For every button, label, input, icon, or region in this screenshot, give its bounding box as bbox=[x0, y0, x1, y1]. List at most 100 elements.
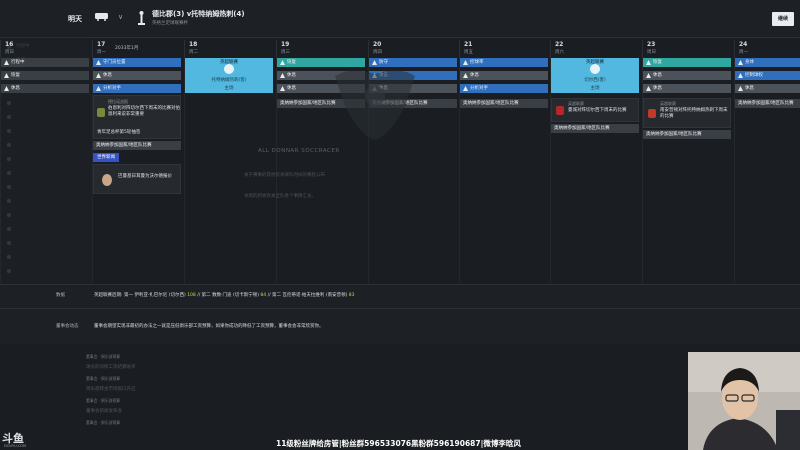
sidebar-item[interactable] bbox=[4, 196, 86, 206]
news-card[interactable]: 巴曼基日耳曼为沃尔德报价 bbox=[93, 164, 181, 194]
day-header[interactable]: 22 周六 bbox=[550, 40, 641, 58]
inbox-item[interactable]: 董事会 · 俱乐部预算 董事会新闻发布会 bbox=[86, 398, 122, 414]
sidebar-item[interactable] bbox=[4, 154, 86, 164]
sidebar-item[interactable] bbox=[4, 238, 86, 248]
world-news-tag[interactable]: 世界新闻 bbox=[93, 153, 119, 162]
sidebar-item[interactable] bbox=[4, 182, 86, 192]
day-of-week: 周日 bbox=[5, 50, 14, 55]
player-avatar bbox=[102, 174, 112, 186]
day-number: 17 bbox=[97, 41, 106, 48]
calendar-event[interactable]: 控球率 bbox=[460, 58, 548, 67]
event-label: 休息 bbox=[653, 86, 662, 91]
event-label: 休息 bbox=[287, 73, 296, 78]
webcam-feed bbox=[688, 352, 800, 450]
news-label: 奥纳纳参加国家/地区队比赛 bbox=[96, 143, 152, 148]
training-icon bbox=[96, 73, 101, 78]
day-header[interactable]: 24 周一 bbox=[734, 40, 800, 58]
news-item[interactable]: 奥纳纳参加国家/地区队比赛 bbox=[551, 124, 639, 133]
chevron-down-icon[interactable]: ∨ bbox=[118, 13, 123, 21]
sidebar-item[interactable] bbox=[4, 210, 86, 220]
stats-text[interactable]: 英超联赛后期: 第一 伊利亚·扎巴尔尼 (切尔西) 108 // 第二 数数·门… bbox=[94, 292, 355, 298]
stats-value-3: 83 bbox=[348, 293, 355, 298]
news-item[interactable]: 奥纳纳参加国家/地区队比赛 bbox=[643, 130, 731, 139]
news-item[interactable]: 奥纳纳参加国家/地区队比赛 bbox=[735, 99, 800, 108]
sidebar-item-icon bbox=[7, 171, 11, 175]
event-label: 休息 bbox=[103, 73, 112, 78]
club-logo-watermark-icon bbox=[335, 70, 415, 140]
day-number: 19 bbox=[281, 41, 290, 48]
sidebar-item[interactable] bbox=[4, 112, 86, 122]
event-label: 控制球权 bbox=[745, 73, 763, 78]
match-venue: 主场 bbox=[590, 86, 600, 91]
calendar-event[interactable]: 守门员位置 bbox=[93, 58, 181, 67]
sidebar-item[interactable] bbox=[4, 252, 86, 262]
news-card[interactable]: 英超联赛 南安普顿对阵托特纳姆热刺下周末的比赛 bbox=[643, 98, 731, 128]
training-icon bbox=[646, 60, 651, 65]
calendar-event[interactable]: 控制球权 bbox=[735, 71, 800, 80]
sidebar-item[interactable] bbox=[4, 126, 86, 136]
calendar-event[interactable]: 休息 bbox=[1, 84, 89, 93]
event-label: 休息 bbox=[287, 86, 296, 91]
board-text[interactable]: 董事会期望实现非最初的办法之一就是压低俱乐部工资预算，如果你成功的降低了工资预算… bbox=[94, 323, 324, 329]
inbox-item[interactable]: 董事会 · 俱乐部预算 俱乐部转会市场窗口开启 bbox=[86, 376, 136, 392]
board-row: 董事会动态 董事会期望实现非最初的办法之一就是压低俱乐部工资预算，如果你成功的降… bbox=[0, 308, 800, 344]
news-card[interactable]: 德拉诺战报 伯恩利对阵切尔西下周末的比赛对伯恩利来说非常重要 青年足总杯第5轮抽签 bbox=[93, 95, 181, 139]
sidebar-item-icon bbox=[7, 157, 11, 161]
sidebar-item[interactable] bbox=[4, 98, 86, 108]
fixture-title: ALL DONNAR SOCCRACER bbox=[258, 148, 340, 154]
club-crest-icon bbox=[556, 106, 564, 115]
news-source: 英超联赛 bbox=[568, 101, 584, 106]
news-item[interactable]: 奥纳纳参加国家/地区队比赛 bbox=[460, 99, 548, 108]
calendar-event[interactable]: 行程中 bbox=[1, 58, 89, 67]
calendar-event[interactable]: 休息 bbox=[93, 71, 181, 80]
calendar-event[interactable]: 休息 bbox=[460, 71, 548, 80]
day-header[interactable]: 17 周一 2033年1月 bbox=[92, 40, 183, 58]
news-body: 巴曼基日耳曼为沃尔德报价 bbox=[118, 174, 172, 179]
bus-icon[interactable] bbox=[95, 12, 109, 21]
next-match-competition: 英格兰足球联赛杯 bbox=[152, 21, 188, 26]
stats-text-2: // 第二 数数·门迪 (切卡斯宁顿) bbox=[195, 293, 261, 298]
match-card[interactable]: 英超联赛 切尔西(客) 主场 bbox=[551, 58, 639, 93]
stats-row: 数据 英超联赛后期: 第一 伊利亚·扎巴尔尼 (切尔西) 108 // 第二 数… bbox=[0, 284, 800, 308]
calendar-event[interactable]: 身体 bbox=[735, 58, 800, 67]
day-header[interactable]: 21 周五 bbox=[459, 40, 550, 58]
day-number: 20 bbox=[373, 41, 382, 48]
inbox-item[interactable]: 董事会 · 俱乐部预算 球员的训练工资结算账单 bbox=[86, 354, 136, 370]
calendar-event[interactable]: 休息 bbox=[643, 71, 731, 80]
sidebar-item[interactable] bbox=[4, 224, 86, 234]
day-number: 22 bbox=[555, 41, 564, 48]
calendar-event[interactable]: 恢复 bbox=[1, 71, 89, 80]
event-label: 休息 bbox=[653, 73, 662, 78]
event-label: 休息 bbox=[470, 73, 479, 78]
day-header[interactable]: 16 周日 bbox=[0, 40, 91, 58]
calendar-event[interactable]: 分析对手 bbox=[93, 84, 181, 93]
training-icon bbox=[463, 73, 468, 78]
calendar-event[interactable]: 分析对手 bbox=[460, 84, 548, 93]
day-header[interactable]: 20 周四 bbox=[368, 40, 459, 58]
news-card[interactable]: 英超联赛 曼城对阵切尔西下周末的比赛 bbox=[551, 98, 639, 122]
sidebar-item[interactable] bbox=[4, 140, 86, 150]
calendar-event[interactable]: 恢复 bbox=[643, 58, 731, 67]
stats-text-1: 英超联赛后期: 第一 伊利亚·扎巴尔尼 (切尔西) bbox=[94, 293, 188, 298]
stats-text-3: // 第二 瓦伦蒂诺·帕夫拉维利 (南安普顿) bbox=[266, 293, 349, 298]
sidebar-item[interactable] bbox=[4, 168, 86, 178]
day-header[interactable]: 19 周三 bbox=[276, 40, 367, 58]
match-card[interactable]: 英超联赛 托特纳姆热刺(客) 主场 bbox=[185, 58, 273, 93]
inbox-item-title: 董事会新闻发布会 bbox=[86, 409, 122, 414]
calendar-event[interactable]: 休息 bbox=[643, 84, 731, 93]
sidebar-item-icon bbox=[7, 101, 11, 105]
calendar-event[interactable]: 休息 bbox=[735, 84, 800, 93]
match-opponent: 托特纳姆热刺(客) bbox=[211, 78, 247, 83]
day-of-week: 周日 bbox=[647, 50, 656, 55]
continue-button[interactable]: 继续 bbox=[772, 12, 794, 26]
fixture-desc-line-1: 关于赛事的其他有关球队时间的赛程公布 bbox=[244, 173, 325, 178]
day-header[interactable]: 18 周二 bbox=[184, 40, 275, 58]
inbox-item[interactable]: 董事会 · 俱乐部预算 bbox=[86, 420, 120, 430]
event-label: 休息 bbox=[11, 86, 20, 91]
next-match-title[interactable]: 德比郡(3) v托特纳姆热刺(4) bbox=[152, 9, 245, 19]
day-of-week: 周三 bbox=[281, 50, 290, 55]
day-header[interactable]: 23 周日 bbox=[642, 40, 733, 58]
sidebar-item[interactable] bbox=[4, 266, 86, 276]
inbox-item-header: 董事会 · 俱乐部预算 bbox=[86, 398, 120, 403]
news-item[interactable]: 奥纳纳参加国家/地区队比赛 bbox=[93, 141, 181, 150]
